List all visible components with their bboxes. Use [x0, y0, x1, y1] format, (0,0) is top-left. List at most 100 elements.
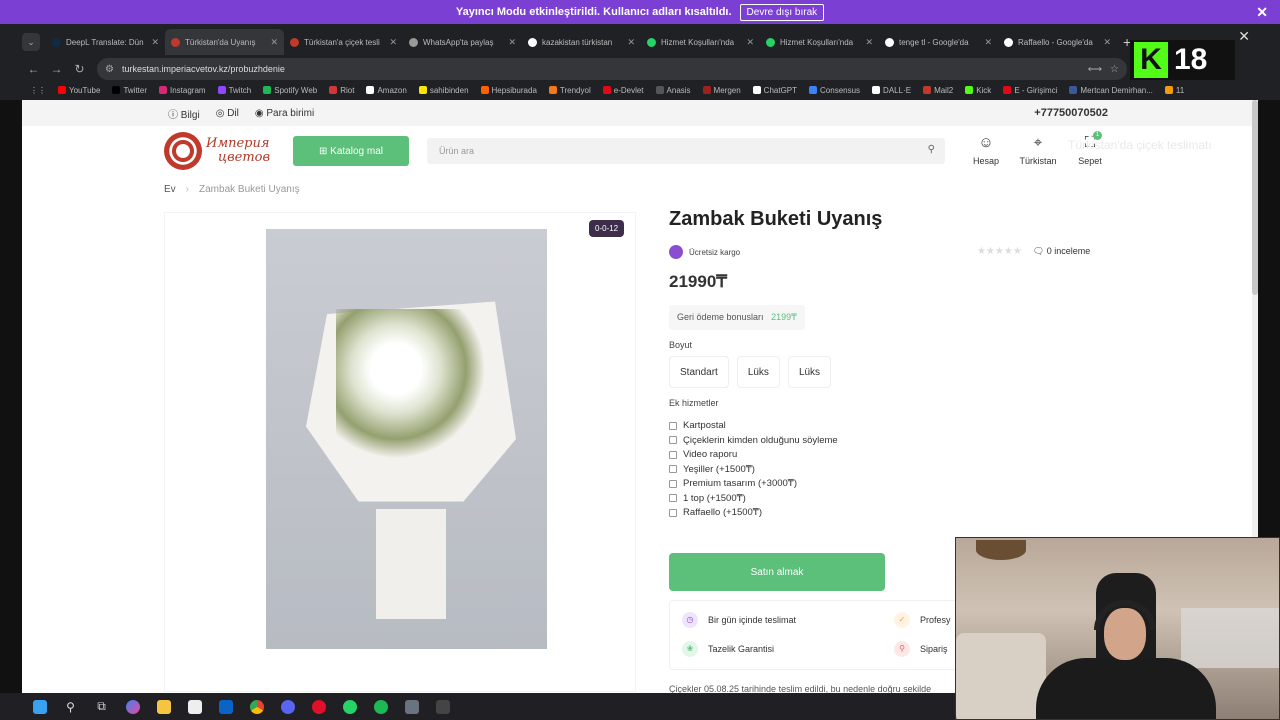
apps-icon[interactable]: ⋮⋮ — [30, 86, 46, 95]
search-icon[interactable]: ⚲ — [59, 697, 82, 717]
tab-close-icon[interactable]: ✕ — [151, 37, 159, 48]
language-link[interactable]: ◎ Dil — [216, 108, 239, 119]
tab-close-icon[interactable]: ✕ — [508, 37, 516, 48]
bookmark-item[interactable]: e-Devlet — [602, 86, 644, 95]
product-photo[interactable] — [266, 229, 547, 649]
bookmark-item[interactable]: Mail2 — [923, 86, 953, 95]
bookmark-item[interactable]: Hepsiburada — [480, 86, 537, 95]
browser-tab[interactable]: Hizmet Koşulları'nda ✕ — [760, 29, 879, 55]
search-input[interactable]: Ürün ara ⚲ — [427, 138, 945, 164]
window-close-icon[interactable]: ✕ — [1238, 28, 1250, 45]
whatsapp-icon[interactable] — [338, 697, 361, 717]
forward-icon[interactable]: → — [45, 62, 68, 76]
checkbox[interactable] — [669, 450, 677, 459]
rating[interactable]: ★★★★★ 🗨 0 inceleme — [977, 246, 1090, 257]
bookmark-item[interactable]: Mertcan Demirhan... — [1069, 86, 1153, 95]
tab-close-icon[interactable]: ✕ — [270, 37, 278, 48]
bookmark-item[interactable]: E - Girişimci — [1003, 86, 1057, 95]
reload-icon[interactable]: ↻ — [68, 62, 91, 76]
bookmark-item[interactable]: DALL·E — [872, 86, 911, 95]
tab-close-icon[interactable]: ✕ — [389, 37, 397, 48]
bookmark-favicon-icon — [872, 86, 881, 94]
extra-service-option[interactable]: Raffaello (+1500₸) — [669, 507, 838, 518]
catalog-button[interactable]: ⊞ Katalog mal — [293, 136, 409, 166]
tab-close-icon[interactable]: ✕ — [1103, 37, 1111, 48]
bookmark-item[interactable]: Kick — [965, 86, 991, 95]
bookmark-item[interactable]: Riot — [329, 86, 354, 95]
bookmark-item[interactable]: Mergen — [702, 86, 741, 95]
site-logo[interactable]: Империя цветов — [164, 132, 270, 170]
chrome-icon[interactable] — [245, 697, 268, 717]
size-option[interactable]: Lüks — [736, 356, 780, 388]
discord-icon[interactable] — [276, 697, 299, 717]
browser-tab[interactable]: DeepL Translate: Dün ✕ — [46, 29, 165, 55]
browser-tab[interactable]: Türkistan'da Uyanış ✕ — [165, 29, 284, 55]
outlook-icon[interactable] — [214, 697, 237, 717]
extra-service-option[interactable]: Video raporu — [669, 449, 838, 460]
search-icon[interactable]: ⚲ — [928, 144, 935, 155]
bookmark-item[interactable]: Trendyol — [548, 86, 591, 95]
bookmark-star-icon[interactable]: ☆ — [1110, 64, 1119, 75]
checkbox[interactable] — [669, 508, 677, 517]
browser-tab[interactable]: tenge tl - Google'da ✕ — [879, 29, 998, 55]
site-info-icon[interactable]: ⚙ — [105, 64, 114, 75]
extra-service-option[interactable]: Çiçeklerin kimden olduğunu söyleme — [669, 435, 838, 446]
disable-streamer-mode-button[interactable]: Devre dışı bırak — [739, 3, 825, 21]
bookmark-item[interactable]: Anasis — [655, 86, 691, 95]
extra-service-option[interactable]: 1 top (+1500₸) — [669, 493, 838, 504]
buy-button[interactable]: Satın almak — [669, 553, 885, 591]
extra-service-option[interactable]: Kartpostal — [669, 420, 838, 431]
tab-close-icon[interactable]: ✕ — [746, 37, 754, 48]
close-icon[interactable]: ✕ — [1256, 4, 1268, 21]
size-option[interactable]: Standart — [669, 356, 729, 388]
opera-icon[interactable] — [307, 697, 330, 717]
address-bar[interactable]: ⚙ turkestan.imperiacvetov.kz/probuzhdeni… — [97, 58, 1127, 80]
tab-search-icon[interactable]: ⌄ — [22, 33, 40, 51]
bookmark-item[interactable]: Consensus — [809, 86, 860, 95]
phone-number[interactable]: +77750070502 — [1034, 107, 1108, 119]
start-icon[interactable] — [28, 697, 51, 717]
scrollbar-thumb[interactable] — [1252, 100, 1258, 295]
file-explorer-icon[interactable] — [152, 697, 175, 717]
product-price: 21990₸ — [669, 272, 728, 291]
task-view-icon[interactable]: ⧉ — [90, 697, 113, 717]
info-link[interactable]: ⓘ Bilgi — [168, 106, 200, 121]
bookmark-item[interactable]: sahibinden — [418, 86, 469, 95]
extra-service-option[interactable]: Premium tasarım (+3000₸) — [669, 478, 838, 489]
checkbox[interactable] — [669, 421, 677, 430]
bookmark-item[interactable]: Twitch — [217, 86, 251, 95]
copilot-icon[interactable] — [121, 697, 144, 717]
browser-tab[interactable]: Türkistan'a çiçek tesli ✕ — [284, 29, 403, 55]
browser-tab[interactable]: WhatsApp'ta paylaş ✕ — [403, 29, 522, 55]
account-button[interactable]: ☺ Hesap — [970, 134, 1002, 166]
reviews-label: 0 inceleme — [1046, 246, 1091, 256]
browser-tab[interactable]: kazakistan türkistan ✕ — [522, 29, 641, 55]
checkbox[interactable] — [669, 479, 677, 488]
bookmark-item[interactable]: Spotify Web — [263, 86, 317, 95]
breadcrumb-home[interactable]: Ev — [164, 184, 176, 195]
currency-link[interactable]: ◉ Para birimi — [255, 108, 314, 119]
bookmark-item[interactable]: YouTube — [58, 86, 100, 95]
bookmark-item[interactable]: 11 — [1164, 86, 1184, 95]
browser-tab[interactable]: Raffaello - Google'da ✕ — [998, 29, 1117, 55]
browser-tab[interactable]: Hizmet Koşulları'nda ✕ — [641, 29, 760, 55]
translate-icon[interactable]: ⟷ — [1088, 64, 1102, 75]
store-icon[interactable] — [183, 697, 206, 717]
tab-close-icon[interactable]: ✕ — [984, 37, 992, 48]
calculator-icon[interactable] — [400, 697, 423, 717]
size-option[interactable]: Lüks — [787, 356, 832, 388]
extra-service-option[interactable]: Yeşiller (+1500₸) — [669, 464, 838, 475]
terminal-icon[interactable] — [431, 697, 454, 717]
bookmark-item[interactable]: Twitter — [112, 86, 147, 95]
tab-close-icon[interactable]: ✕ — [627, 37, 635, 48]
spotify-icon[interactable] — [369, 697, 392, 717]
bookmark-item[interactable]: Instagram — [159, 86, 206, 95]
city-button[interactable]: ⌖ Türkistan — [1020, 134, 1057, 166]
back-icon[interactable]: ← — [22, 62, 45, 76]
checkbox[interactable] — [669, 436, 677, 444]
bookmark-item[interactable]: Amazon — [366, 86, 407, 95]
checkbox[interactable] — [669, 494, 677, 502]
checkbox[interactable] — [669, 465, 677, 473]
tab-close-icon[interactable]: ✕ — [865, 37, 873, 48]
bookmark-item[interactable]: ChatGPT — [752, 86, 797, 95]
